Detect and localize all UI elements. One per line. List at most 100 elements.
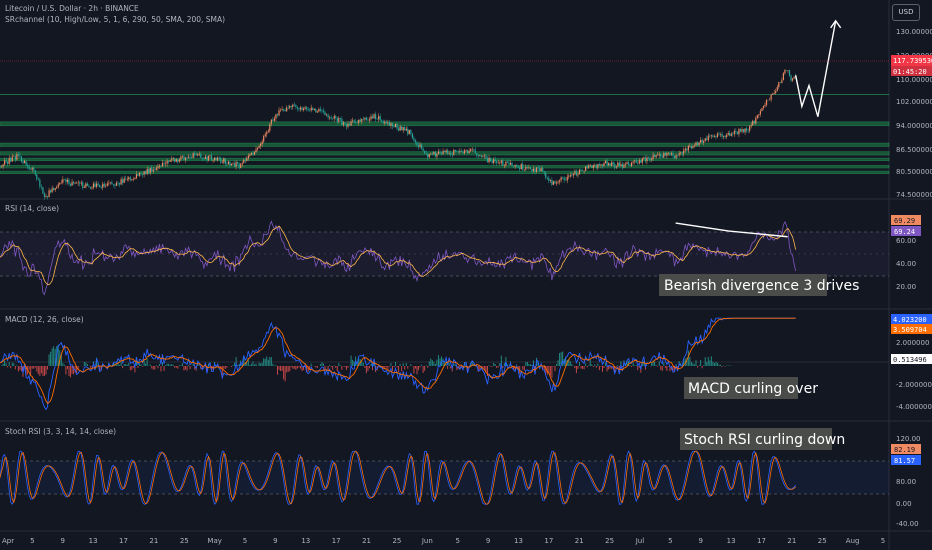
candle-body — [209, 155, 211, 157]
macd-histogram-bar — [221, 366, 223, 376]
macd-histogram-bar — [660, 366, 662, 370]
macd-histogram-bar — [171, 364, 173, 366]
candle-body — [762, 106, 765, 109]
candle-body — [227, 161, 230, 165]
rsi-value-tag: 69.24 — [894, 228, 915, 236]
chart-canvas[interactable]: Litecoin / U.S. Dollar · 2h · BINANCE SR… — [0, 0, 932, 550]
macd-histogram-bar — [525, 362, 527, 366]
candle-body — [143, 171, 145, 175]
stoch-pane-title[interactable]: Stoch RSI (3, 3, 14, 14, close) — [5, 427, 116, 436]
candle-body — [545, 172, 547, 178]
currency-button[interactable]: USD — [892, 4, 920, 21]
macd-histogram-bar — [421, 364, 423, 366]
macd-histogram-bar — [646, 365, 648, 366]
candle-body — [614, 163, 616, 168]
candle-body — [105, 185, 107, 187]
macd-histogram-bar — [339, 365, 341, 366]
candle-body — [488, 157, 490, 163]
macd-histogram-bar — [557, 360, 559, 366]
candle-body — [49, 190, 52, 193]
candle-body — [525, 167, 527, 170]
candle-body — [362, 118, 364, 120]
candle-body — [408, 130, 410, 135]
time-axis[interactable]: Apr 5 9 13 17 21 25 May 5 9 13 17 21 25 Jun 5 9 13 17 21 25 J… — [2, 537, 885, 545]
macd-histogram-bar — [66, 366, 68, 370]
candle-body — [581, 170, 584, 172]
candle-body — [750, 125, 752, 127]
candle-body — [719, 133, 722, 135]
candle-body — [456, 151, 458, 152]
macd-histogram-bar — [330, 366, 332, 368]
macd-note-text: MACD curling over — [688, 381, 818, 397]
candle-body — [34, 170, 36, 175]
macd-histogram-bar — [393, 366, 395, 368]
candle-body — [207, 156, 210, 161]
candle-body — [145, 171, 147, 174]
symbol-title[interactable]: Litecoin / U.S. Dollar · 2h · BINANCE — [5, 4, 139, 13]
rsi-pane-title[interactable]: RSI (14, close) — [5, 204, 59, 213]
candle-body — [687, 146, 689, 151]
candle-body — [348, 123, 351, 126]
macd-histogram-bar — [234, 362, 236, 366]
macd-histogram-bar — [718, 364, 720, 366]
macd-histogram-bar — [286, 366, 288, 373]
macd-histogram-bar — [51, 348, 53, 366]
candle-body — [660, 153, 662, 157]
candle-body — [82, 182, 84, 188]
macd-histogram-bar — [53, 346, 55, 366]
candle-body — [267, 130, 269, 133]
macd-histogram-bar — [617, 365, 619, 366]
time-tick: 25 — [605, 537, 614, 545]
candle-body — [393, 126, 395, 128]
candle-body — [528, 167, 530, 168]
macd-histogram-bar — [578, 362, 580, 366]
candle-body — [589, 165, 591, 166]
macd-histogram-bar — [413, 366, 415, 374]
candle-body — [623, 164, 625, 168]
macd-histogram-bar — [174, 366, 176, 368]
macd-histogram-bar — [664, 366, 666, 369]
candle-body — [3, 160, 6, 165]
macd-histogram-bar — [724, 366, 726, 367]
candle-body — [111, 182, 113, 185]
candle-body — [307, 109, 309, 111]
candle-body — [709, 135, 711, 137]
macd-histogram-bar — [574, 366, 576, 369]
macd-histogram-bar — [249, 365, 251, 366]
macd-histogram-bar — [129, 366, 131, 371]
macd-histogram-bar — [689, 356, 691, 366]
candle-body — [473, 148, 475, 150]
candle-body — [526, 167, 528, 168]
candle-body — [117, 182, 119, 184]
macd-histogram-bar — [275, 365, 277, 366]
macd-histogram-bar — [701, 366, 703, 369]
candle-body — [232, 163, 234, 165]
candle-body — [721, 133, 723, 137]
time-tick: 21 — [787, 537, 796, 545]
candle-body — [539, 168, 541, 172]
candle-body — [696, 142, 699, 146]
candle-body — [742, 129, 745, 133]
candle-body — [108, 182, 110, 184]
candle-body — [758, 114, 760, 116]
macd-histogram-bar — [258, 362, 260, 366]
macd-histogram-bar — [39, 366, 41, 376]
indicator-title[interactable]: SRchannel (10, High/Low, 5, 1, 6, 290, 5… — [5, 15, 225, 24]
candle-body — [511, 163, 513, 167]
candle-body — [341, 118, 343, 125]
candle-body — [374, 114, 377, 120]
macd-histogram-bar — [651, 363, 653, 366]
macd-histogram-bar — [34, 366, 36, 368]
candle-body — [476, 153, 478, 156]
candle-body — [286, 107, 288, 112]
macd-pane-title[interactable]: MACD (12, 26, close) — [5, 315, 84, 324]
rsi-ma-value-tag: 69.29 — [894, 217, 915, 225]
macd-histogram-bar — [154, 366, 156, 370]
macd-histogram-bar — [30, 366, 32, 375]
macd-histogram-bar — [523, 366, 525, 371]
candle-body — [112, 184, 115, 185]
macd-histogram-bar — [319, 364, 321, 366]
projection-drawing[interactable] — [794, 19, 842, 117]
candle-body — [283, 109, 285, 111]
candle-body — [770, 94, 772, 100]
